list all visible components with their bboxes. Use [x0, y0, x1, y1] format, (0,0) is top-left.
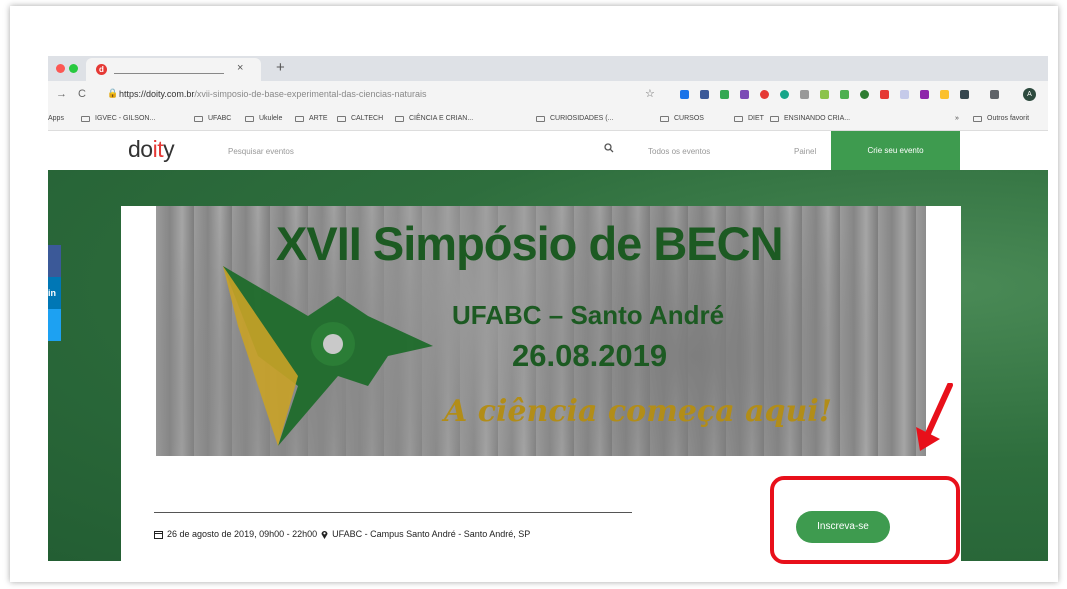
bookmark-folder[interactable]: ARTE: [295, 115, 328, 122]
lock-icon: 🔒: [107, 88, 119, 98]
close-tab-icon[interactable]: ×: [237, 62, 243, 74]
extension-icon[interactable]: [940, 90, 949, 99]
bookmark-star-icon[interactable]: ☆: [645, 87, 655, 100]
bookmark-folder[interactable]: CALTECH: [337, 115, 383, 122]
bookmark-folder[interactable]: DIET: [734, 115, 764, 122]
url-field[interactable]: 🔒 https://doity.com.br/xvii-simposio-de-…: [103, 85, 668, 105]
reload-icon[interactable]: C: [78, 88, 86, 100]
browser-tab[interactable]: d ×: [86, 58, 261, 81]
bookmark-folder[interactable]: CURSOS: [660, 115, 704, 122]
bookmark-folder[interactable]: Outros favorit: [973, 115, 1029, 122]
url-host: https://doity.com.br: [119, 89, 195, 99]
linkedin-share-button[interactable]: in: [48, 277, 61, 309]
nav-panel-link[interactable]: Painel: [794, 147, 816, 156]
extension-icon[interactable]: [780, 90, 789, 99]
folder-icon: [395, 115, 404, 122]
nav-all-events-link[interactable]: Todos os eventos: [648, 147, 710, 156]
folder-icon: [295, 115, 304, 122]
banner-location: UFABC – Santo André: [452, 300, 725, 330]
url-path: /xvii-simposio-de-base-experimental-das-…: [194, 89, 427, 99]
extension-icon[interactable]: [680, 90, 689, 99]
extension-icon[interactable]: [800, 90, 809, 99]
folder-icon: [973, 115, 982, 122]
event-banner: XVII Simpósio de BECN UFABC – Santo Andr…: [156, 206, 926, 456]
banner-date: 26.08.2019: [512, 338, 668, 373]
bookmark-folder[interactable]: ENSINANDO CRIA...: [770, 115, 850, 122]
divider: [154, 512, 632, 513]
bookmarks-overflow[interactable]: »: [955, 115, 959, 122]
extension-icon[interactable]: [840, 90, 849, 99]
doity-favicon-icon: d: [96, 64, 107, 75]
new-tab-icon[interactable]: +: [276, 59, 285, 76]
event-date-time: 26 de agosto de 2019, 09h00 - 22h00: [167, 529, 318, 539]
bat-logo-icon: [223, 266, 433, 446]
search-input[interactable]: Pesquisar eventos: [228, 147, 294, 156]
folder-icon: [194, 115, 203, 122]
extension-icon[interactable]: [900, 90, 909, 99]
extension-icon[interactable]: [740, 90, 749, 99]
extension-icon[interactable]: [860, 90, 869, 99]
extension-icon[interactable]: [820, 90, 829, 99]
tab-title-placeholder: [114, 73, 224, 74]
extension-icon[interactable]: [700, 90, 709, 99]
maximize-window-dot[interactable]: [69, 64, 78, 73]
folder-icon: [734, 115, 743, 122]
bookmark-apps[interactable]: Apps: [48, 115, 64, 122]
create-event-button[interactable]: Crie seu evento: [831, 131, 960, 170]
search-icon[interactable]: [604, 143, 614, 156]
extension-icon[interactable]: [960, 90, 969, 99]
drive-icon[interactable]: [720, 90, 729, 99]
bookmark-folder[interactable]: Ukulele: [245, 115, 282, 122]
screenshot-frame: d × + → C 🔒 https://doity.com.br/xvii-si…: [10, 6, 1058, 582]
close-window-dot[interactable]: [56, 64, 65, 73]
event-details: 26 de agosto de 2019, 09h00 - 22h00 UFAB…: [154, 529, 530, 539]
extension-icon[interactable]: [990, 90, 999, 99]
address-bar-row: → C 🔒 https://doity.com.br/xvii-simposio…: [48, 81, 1048, 109]
bookmark-folder[interactable]: CURIOSIDADES (...: [536, 115, 613, 122]
url-text: https://doity.com.br/xvii-simposio-de-ba…: [119, 89, 426, 99]
folder-icon: [660, 115, 669, 122]
doity-logo[interactable]: doity: [128, 136, 175, 163]
profile-avatar[interactable]: A: [1023, 88, 1036, 101]
folder-icon: [81, 115, 90, 122]
site-header: doity Pesquisar eventos Todos os eventos…: [48, 131, 1048, 170]
banner-title: XVII Simpósio de BECN: [276, 217, 784, 270]
twitter-share-button[interactable]: [48, 309, 61, 341]
forward-icon[interactable]: →: [56, 88, 67, 100]
annotation-arrow-icon: [916, 383, 953, 451]
folder-icon: [337, 115, 346, 122]
opera-icon[interactable]: [760, 90, 769, 99]
folder-icon: [536, 115, 545, 122]
folder-icon: [770, 115, 779, 122]
map-pin-icon: [321, 530, 328, 539]
extension-icon[interactable]: [880, 90, 889, 99]
event-venue: UFABC - Campus Santo André - Santo André…: [332, 529, 531, 539]
bookmark-folder[interactable]: UFABC: [194, 115, 231, 122]
tab-strip: d × +: [48, 56, 1048, 81]
facebook-share-button[interactable]: [48, 245, 61, 277]
bookmark-folder[interactable]: IGVEC - GILSON...: [81, 115, 155, 122]
bookmark-folder[interactable]: CIÊNCIA E CRIAN...: [395, 115, 473, 122]
annotation-highlight-box: [770, 476, 960, 564]
folder-icon: [245, 115, 254, 122]
banner-tagline: A ciência começa aqui!: [444, 394, 832, 429]
extension-icon[interactable]: [920, 90, 929, 99]
bookmarks-bar: Apps IGVEC - GILSON... UFABC Ukulele ART…: [48, 109, 1048, 131]
calendar-icon: [154, 530, 163, 539]
